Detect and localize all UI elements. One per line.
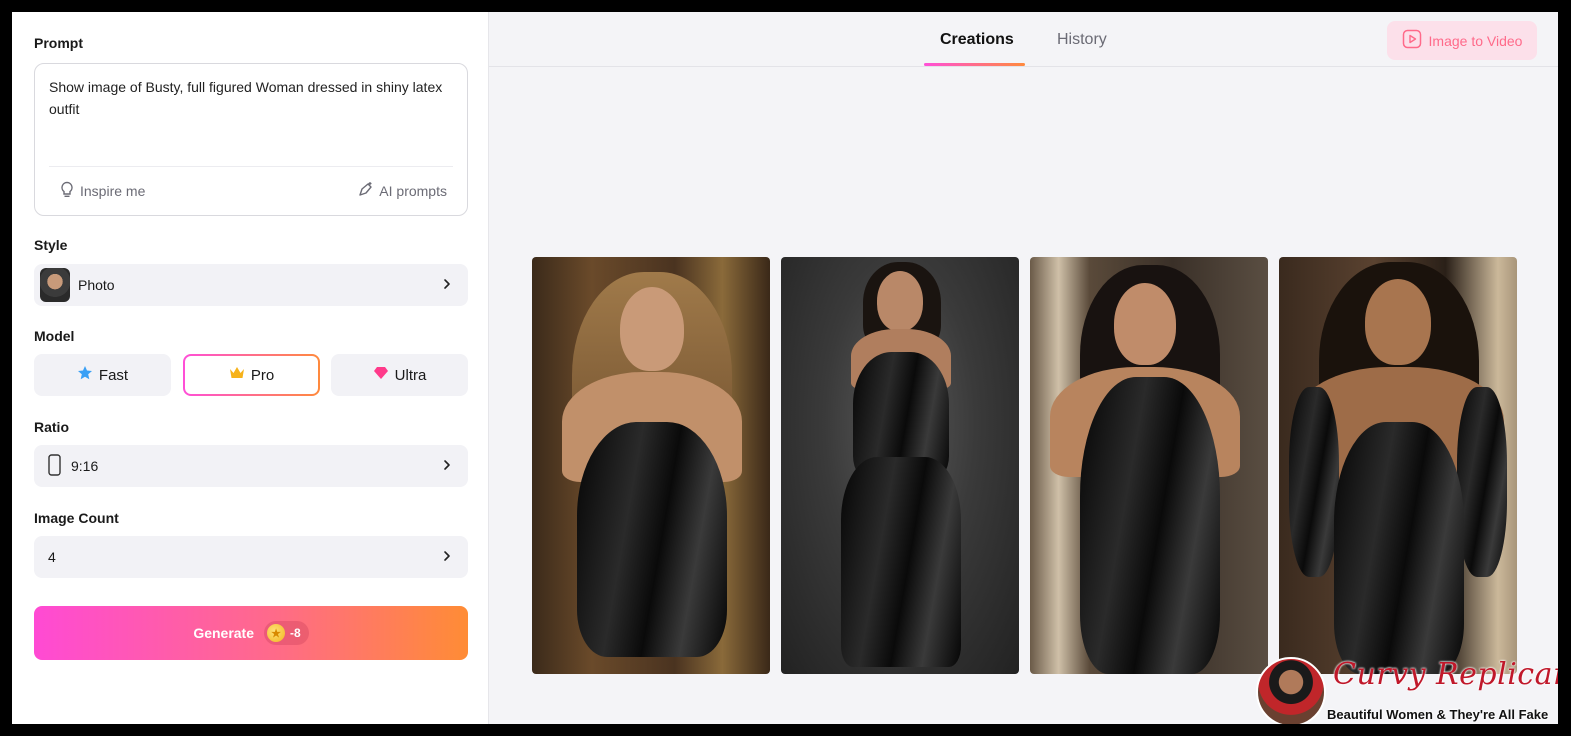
inspire-me-label: Inspire me xyxy=(80,183,146,199)
app-window: Prompt Show image of Busty, full figured… xyxy=(12,12,1558,724)
results-panel: Creations History Image to Video xyxy=(489,12,1558,724)
image-to-video-label: Image to Video xyxy=(1428,32,1523,49)
generated-image-2[interactable] xyxy=(781,257,1019,674)
credit-cost-value: -8 xyxy=(290,626,301,640)
portrait-ratio-icon xyxy=(48,453,61,479)
generated-image-4[interactable] xyxy=(1279,257,1517,674)
diamond-icon xyxy=(373,366,389,384)
style-thumbnail xyxy=(40,268,70,302)
coin-icon: ★ xyxy=(267,624,286,642)
model-pro-label: Pro xyxy=(250,366,275,384)
model-fast-button[interactable]: Fast xyxy=(34,354,171,396)
model-ultra-button[interactable]: Ultra xyxy=(331,354,468,396)
generate-label: Generate xyxy=(193,625,255,641)
model-label: Model xyxy=(34,328,75,344)
generate-button[interactable]: Generate ★ -8 xyxy=(34,606,468,660)
active-tab-indicator xyxy=(924,63,1025,66)
style-selector[interactable]: Photo xyxy=(34,264,468,306)
tab-history[interactable]: History xyxy=(1057,31,1107,49)
ratio-value: 9:16 xyxy=(71,458,99,474)
image-count-value: 4 xyxy=(48,549,56,565)
tab-bar: Creations History Image to Video xyxy=(489,12,1558,67)
play-icon xyxy=(1402,29,1422,52)
credit-cost-badge: ★ -8 xyxy=(264,621,309,645)
watermark: Curvy Replicants Beautiful Women & They'… xyxy=(1256,655,1558,724)
inspire-me-button[interactable]: Inspire me xyxy=(59,181,145,201)
chevron-right-icon xyxy=(442,277,452,294)
prompt-label: Prompt xyxy=(34,35,83,51)
model-ultra-label: Ultra xyxy=(394,366,427,384)
ai-prompts-label: AI prompts xyxy=(379,183,447,199)
crown-icon xyxy=(229,366,245,384)
magic-pen-icon xyxy=(357,181,374,201)
tab-creations[interactable]: Creations xyxy=(940,31,1014,49)
image-to-video-button[interactable]: Image to Video xyxy=(1387,21,1537,60)
prompt-input[interactable]: Show image of Busty, full figured Woman … xyxy=(34,63,468,216)
style-value: Photo xyxy=(78,277,115,293)
lightbulb-icon xyxy=(59,181,75,201)
watermark-logo xyxy=(1256,657,1326,724)
prompt-text[interactable]: Show image of Busty, full figured Woman … xyxy=(49,76,449,120)
chevron-right-icon xyxy=(442,458,452,475)
generated-image-1[interactable] xyxy=(532,257,770,674)
star-badge-icon xyxy=(77,365,93,385)
ai-prompts-button[interactable]: AI prompts xyxy=(357,181,447,201)
watermark-title: Curvy Replicants xyxy=(1333,657,1558,692)
style-label: Style xyxy=(34,237,68,253)
watermark-subtitle: Beautiful Women & They're All Fake xyxy=(1327,707,1549,722)
image-count-label: Image Count xyxy=(34,510,119,526)
image-count-selector[interactable]: 4 xyxy=(34,536,468,578)
prompt-divider xyxy=(49,166,453,167)
chevron-right-icon xyxy=(442,549,452,566)
ratio-label: Ratio xyxy=(34,419,69,435)
ratio-selector[interactable]: 9:16 xyxy=(34,445,468,487)
model-fast-label: Fast xyxy=(98,366,129,384)
settings-panel: Prompt Show image of Busty, full figured… xyxy=(12,12,489,724)
generated-image-3[interactable] xyxy=(1030,257,1268,674)
model-pro-button[interactable]: Pro xyxy=(183,354,320,396)
